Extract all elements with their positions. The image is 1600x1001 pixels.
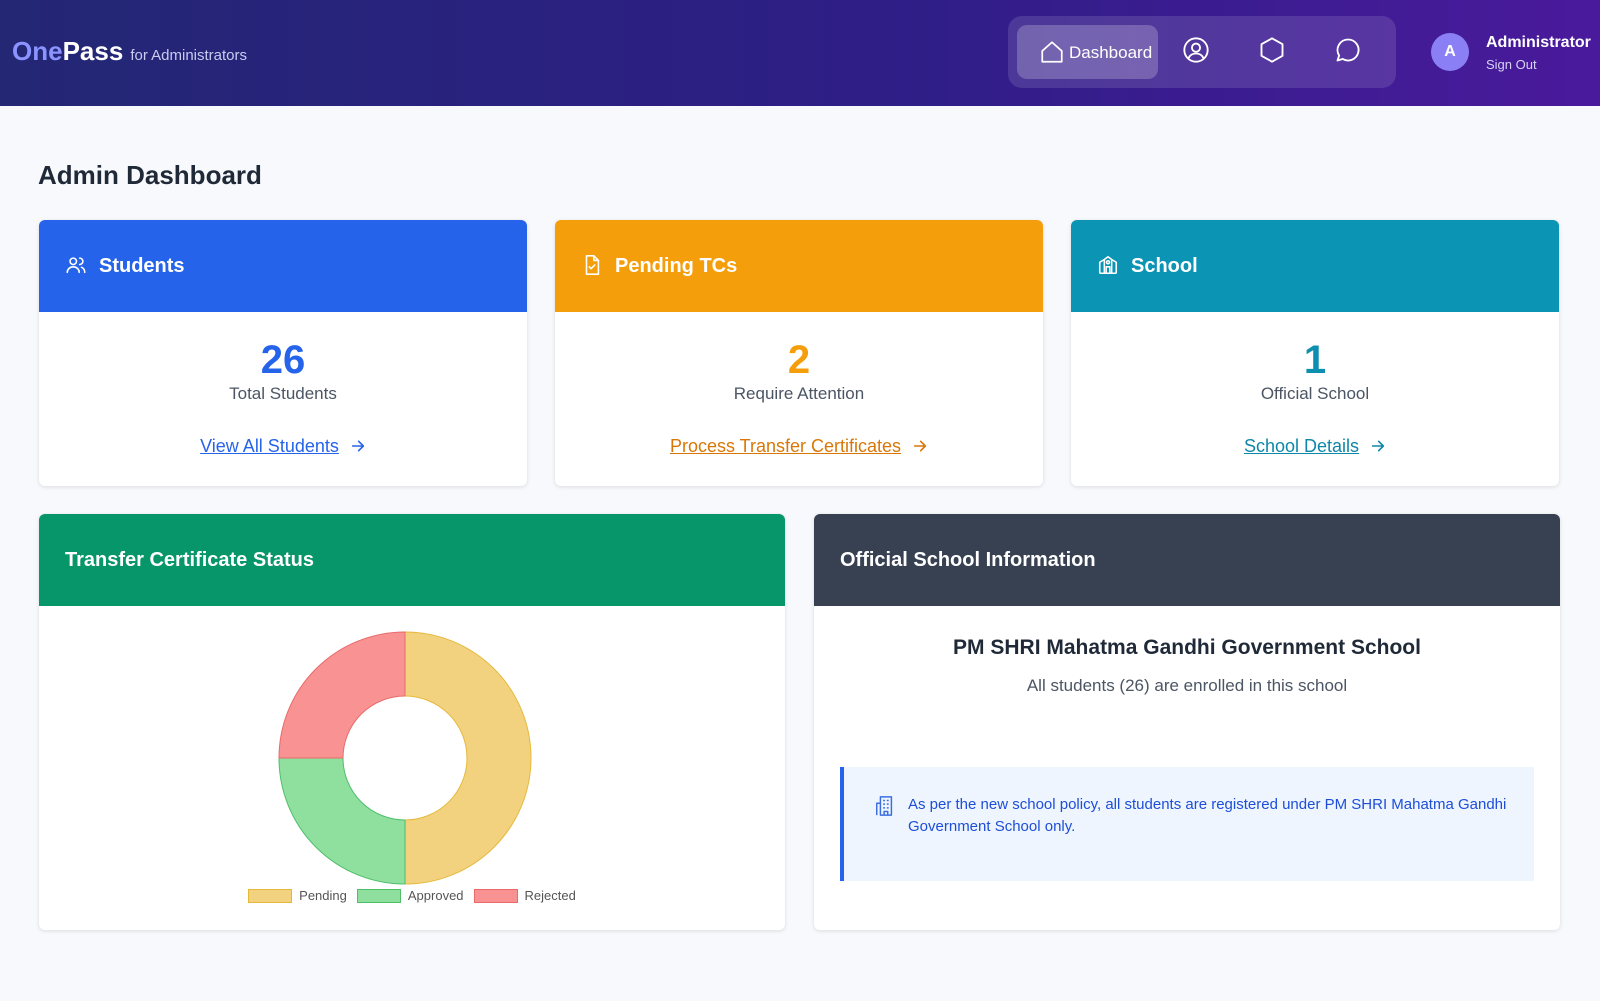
users-icon [65, 254, 89, 278]
legend-item-approved[interactable]: Approved [356, 888, 464, 903]
view-all-students-link[interactable]: View All Students [39, 436, 527, 459]
students-card-header: Students [39, 220, 527, 312]
slice-pending[interactable] [404, 631, 532, 885]
policy-notice: As per the new school policy, all studen… [840, 767, 1534, 881]
pending-tcs-count-label: Require Attention [733, 384, 865, 403]
arrow-right-icon [1370, 438, 1386, 459]
tc-status-header: Transfer Certificate Status [39, 514, 785, 606]
students-card-title: Students [99, 254, 185, 277]
school-card: School 1 Official School School Details [1071, 220, 1559, 486]
top-navbar: One Pass for Administrators Dashboard A [0, 0, 1600, 106]
tc-status-title: Transfer Certificate Status [65, 548, 314, 571]
user-name: Administrator [1486, 34, 1591, 51]
pending-tcs-card: Pending TCs 2 Require Attention Process … [555, 220, 1043, 486]
school-info-card: Official School Information PM SHRI Maha… [814, 514, 1560, 930]
nav-messages[interactable] [1320, 25, 1376, 79]
slice-rejected[interactable] [278, 631, 406, 759]
building-icon [874, 795, 896, 822]
donut-chart [278, 631, 532, 885]
pending-tcs-card-title: Pending TCs [615, 254, 738, 277]
school-card-header: School [1071, 220, 1559, 312]
students-count-label: Total Students [229, 384, 337, 403]
brand-pass-text: Pass [62, 36, 124, 66]
nav-dashboard-label: Dashboard [1069, 43, 1153, 62]
process-tcs-label: Process Transfer Certificates [669, 436, 902, 456]
school-details-label: School Details [1243, 436, 1360, 456]
tc-status-card: Transfer Certificate Status Pending Appro… [39, 514, 785, 930]
chart-legend: Pending Approved Rejected [39, 888, 785, 903]
brand-subtitle: for Administrators [130, 47, 248, 64]
legend-swatch [473, 888, 518, 903]
legend-swatch [248, 888, 293, 903]
school-details-link[interactable]: School Details [1071, 436, 1559, 459]
legend-label: Approved [407, 888, 464, 903]
school-card-title: School [1131, 254, 1198, 277]
chat-bubble-icon [1334, 36, 1362, 69]
students-count: 26 [260, 338, 306, 382]
policy-notice-text: As per the new school policy, all studen… [908, 796, 1507, 835]
school-icon [1097, 254, 1121, 278]
nav-modules[interactable] [1244, 25, 1300, 79]
arrow-right-icon [350, 438, 366, 459]
school-count: 1 [1303, 338, 1327, 382]
hexagon-icon [1258, 36, 1286, 69]
nav-profile[interactable] [1168, 25, 1224, 79]
legend-swatch [356, 888, 401, 903]
tc-status-chart [39, 606, 785, 930]
legend-label: Pending [299, 888, 347, 903]
school-enrollment-text: All students (26) are enrolled in this s… [1026, 676, 1348, 695]
pending-tcs-count: 2 [787, 338, 811, 382]
avatar[interactable]: A [1431, 33, 1469, 71]
user-circle-icon [1182, 36, 1210, 69]
legend-label: Rejected [524, 888, 576, 903]
school-info-header: Official School Information [814, 514, 1560, 606]
pending-tcs-card-header: Pending TCs [555, 220, 1043, 312]
nav-dashboard[interactable]: Dashboard [1017, 25, 1158, 79]
view-all-students-label: View All Students [200, 436, 339, 456]
school-name: PM SHRI Mahatma Gandhi Government School [953, 636, 1421, 659]
process-tcs-link[interactable]: Process Transfer Certificates [555, 436, 1043, 459]
legend-item-pending[interactable]: Pending [248, 888, 347, 903]
main-nav: Dashboard [1008, 16, 1396, 88]
document-check-icon [581, 254, 605, 278]
sign-out-link[interactable]: Sign Out [1486, 57, 1537, 72]
home-icon [1039, 39, 1065, 70]
brand-one-text: One [12, 36, 63, 66]
legend-item-rejected[interactable]: Rejected [473, 888, 576, 903]
school-info-title: Official School Information [840, 548, 1096, 571]
slice-approved[interactable] [278, 757, 406, 885]
brand-logo[interactable]: One Pass for Administrators [12, 36, 247, 67]
page-title: Admin Dashboard [38, 160, 262, 190]
school-count-label: Official School [1260, 384, 1370, 403]
arrow-right-icon [912, 438, 928, 459]
students-card: Students 26 Total Students View All Stud… [39, 220, 527, 486]
